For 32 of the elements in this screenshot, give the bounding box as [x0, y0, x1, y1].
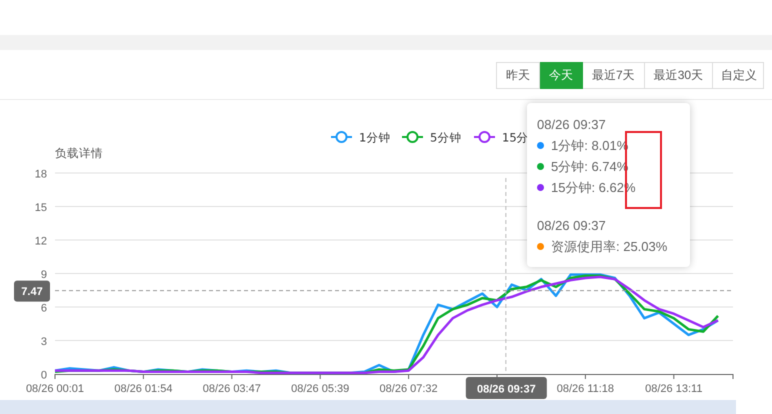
- legend-label[interactable]: 1分钟: [359, 130, 390, 144]
- x-axis-label: 08/26 07:32: [380, 383, 438, 395]
- y-axis-label: 12: [34, 236, 47, 248]
- x-axis-label: 08/26 01:54: [114, 383, 172, 395]
- range-tab[interactable]: 最近7天: [583, 62, 645, 89]
- legend-line-icon[interactable]: [402, 131, 423, 143]
- x-axis-label: 08/26 00:01: [26, 383, 84, 395]
- legend-label[interactable]: 5分钟: [430, 130, 462, 144]
- y-axis-label: 6: [40, 302, 47, 314]
- x-axis-label: 08/26 03:47: [202, 383, 261, 395]
- y-axis-label: 9: [40, 269, 47, 281]
- axis-pointer-label: 08/26 09:37: [466, 377, 547, 399]
- y-axis-label: 18: [34, 168, 47, 180]
- legend-line-icon[interactable]: [474, 131, 495, 143]
- y-axis-label: 0: [40, 370, 47, 382]
- tooltip-time: 08/26 09:37: [537, 217, 607, 235]
- x-axis-label: 08/26 05:39: [291, 383, 350, 395]
- y-axis-label: 3: [40, 336, 47, 348]
- legend-line-icon[interactable]: [331, 131, 352, 143]
- chart-title: 负载详情: [55, 146, 103, 160]
- tooltip-time: 08/26 09:37: [537, 116, 607, 134]
- axis-pointer-label: 7.47: [14, 280, 50, 302]
- range-tab[interactable]: 自定义: [713, 62, 764, 89]
- x-axis-label: 08/26 11:18: [556, 383, 614, 395]
- y-axis-label: 15: [34, 202, 47, 214]
- range-tab[interactable]: 昨天: [496, 62, 540, 89]
- legend-label[interactable]: 15分: [502, 130, 529, 144]
- ref-line-label: 7.47: [21, 286, 43, 298]
- zoom-slider-track[interactable]: [0, 400, 736, 414]
- tooltip-value: 资源使用率: 25.03%: [551, 238, 668, 256]
- x-axis-label: 08/26 13:11: [645, 383, 702, 395]
- range-tab[interactable]: 最近30天: [644, 62, 714, 89]
